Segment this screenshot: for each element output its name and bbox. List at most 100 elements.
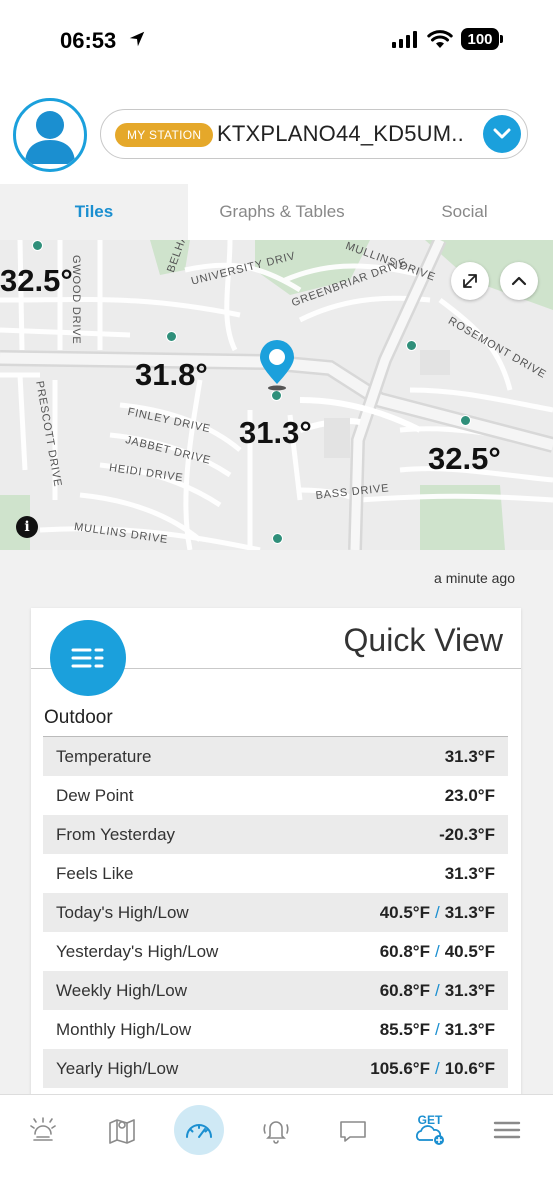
station-marker[interactable] bbox=[272, 533, 283, 544]
menu-icon bbox=[493, 1121, 521, 1139]
row-value: 60.8°F/40.5°F bbox=[380, 942, 495, 962]
chevron-up-icon bbox=[511, 276, 527, 286]
nav-menu[interactable] bbox=[482, 1105, 532, 1155]
row-label: Temperature bbox=[56, 746, 152, 766]
row-label: From Yesterday bbox=[56, 824, 176, 844]
dashboard-icon bbox=[186, 1124, 212, 1138]
table-row: Monthly High/Low 85.5°F/31.3°F bbox=[43, 1010, 508, 1049]
get-label: GET bbox=[418, 1113, 443, 1127]
status-bar: 06:53 100 bbox=[0, 0, 553, 84]
list-icon bbox=[71, 648, 104, 668]
low-value: 10.6°F bbox=[444, 1058, 495, 1078]
row-label: Weekly High/Low bbox=[56, 980, 188, 1000]
map-temp-label: 32.5° bbox=[0, 263, 73, 298]
table-row: Weekly High/Low 60.8°F/31.3°F bbox=[43, 971, 508, 1010]
map-temp-label: 31.3° bbox=[239, 415, 312, 450]
table-row: From Yesterday -20.3°F bbox=[43, 815, 508, 854]
clock: 06:53 bbox=[60, 28, 117, 53]
card-title: Quick View bbox=[343, 622, 503, 658]
tab-bar: Tiles Graphs & Tables Social bbox=[0, 184, 553, 240]
nav-get-app[interactable]: GET bbox=[405, 1105, 455, 1155]
station-name: KTXPLANO44_KD5UM.. bbox=[217, 121, 464, 146]
row-value: -20.3°F bbox=[439, 824, 495, 844]
map-info-button[interactable]: i bbox=[16, 516, 38, 538]
table-row: Dew Point 23.0°F bbox=[43, 776, 508, 815]
avatar[interactable] bbox=[13, 98, 87, 172]
table-row: Feels Like 31.3°F bbox=[43, 854, 508, 893]
conditions-table: Temperature 31.3°F Dew Point 23.0°F From… bbox=[43, 736, 508, 1088]
station-marker[interactable] bbox=[460, 415, 471, 426]
high-value: 85.5°F bbox=[379, 1019, 430, 1039]
map-icon bbox=[109, 1119, 135, 1144]
sun-icon bbox=[30, 1117, 56, 1141]
map-temp-label: 31.8° bbox=[135, 357, 208, 392]
nav-dashboard[interactable] bbox=[174, 1105, 224, 1155]
row-label: Yearly High/Low bbox=[56, 1058, 179, 1078]
app-header: MY STATION KTXPLANO44_KD5UM.. bbox=[0, 84, 553, 184]
high-value: 60.8°F bbox=[379, 980, 430, 1000]
station-selector[interactable]: MY STATION KTXPLANO44_KD5UM.. bbox=[100, 109, 528, 159]
chat-icon bbox=[340, 1121, 366, 1142]
separator: / bbox=[434, 1058, 440, 1078]
high-value: 40.5°F bbox=[379, 902, 430, 922]
nav-alerts[interactable] bbox=[251, 1105, 301, 1155]
table-row: Today's High/Low 40.5°F/31.3°F bbox=[43, 893, 508, 932]
tab-tiles[interactable]: Tiles bbox=[0, 184, 188, 240]
nav-forecast[interactable] bbox=[18, 1105, 68, 1155]
row-label: Yesterday's High/Low bbox=[56, 941, 219, 961]
my-station-pin-icon[interactable] bbox=[256, 338, 298, 396]
row-value: 31.3°F bbox=[444, 863, 495, 883]
table-row: Yearly High/Low 105.6°F/10.6°F bbox=[43, 1049, 508, 1088]
row-value: 23.0°F bbox=[444, 785, 495, 805]
row-value: 105.6°F/10.6°F bbox=[370, 1059, 495, 1079]
table-row: Yesterday's High/Low 60.8°F/40.5°F bbox=[43, 932, 508, 971]
quick-view-card: Quick View Outdoor Temperature 31.3°F De… bbox=[31, 608, 521, 1108]
row-label: Today's High/Low bbox=[56, 902, 189, 922]
station-map[interactable]: GWOOD DRIVE BELHA UNIVERSITY DRIV MULLIN… bbox=[0, 240, 553, 550]
row-value: 40.5°F/31.3°F bbox=[380, 903, 495, 923]
bottom-nav: GET bbox=[0, 1094, 553, 1200]
row-value: 60.8°F/31.3°F bbox=[380, 981, 495, 1001]
collapse-map-button[interactable] bbox=[500, 262, 538, 300]
low-value: 31.3°F bbox=[444, 902, 495, 922]
table-row: Temperature 31.3°F bbox=[43, 737, 508, 776]
chevron-down-icon bbox=[493, 128, 511, 139]
station-marker[interactable] bbox=[32, 240, 43, 251]
section-title: Outdoor bbox=[44, 707, 113, 728]
separator: / bbox=[434, 1019, 440, 1039]
low-value: 31.3°F bbox=[444, 980, 495, 1000]
station-dropdown-button[interactable] bbox=[483, 115, 521, 153]
expand-map-button[interactable] bbox=[451, 262, 489, 300]
nav-map[interactable] bbox=[97, 1105, 147, 1155]
get-app-icon: GET bbox=[416, 1113, 444, 1145]
row-value: 31.3°F bbox=[444, 746, 495, 766]
separator: / bbox=[434, 902, 440, 922]
battery-level: 100 bbox=[461, 28, 499, 50]
last-updated: a minute ago bbox=[434, 570, 515, 586]
low-value: 31.3°F bbox=[444, 1019, 495, 1039]
wifi-icon bbox=[427, 30, 453, 48]
row-value: 85.5°F/31.3°F bbox=[380, 1020, 495, 1040]
user-icon bbox=[25, 111, 75, 164]
row-label: Dew Point bbox=[56, 785, 134, 805]
quick-view-menu-button[interactable] bbox=[50, 620, 126, 696]
high-value: 60.8°F bbox=[379, 941, 430, 961]
bell-icon bbox=[263, 1121, 289, 1144]
nav-messages[interactable] bbox=[328, 1105, 378, 1155]
separator: / bbox=[434, 941, 440, 961]
cell-signal-icon bbox=[392, 31, 417, 48]
battery-icon: 100 bbox=[461, 28, 503, 50]
station-marker[interactable] bbox=[406, 340, 417, 351]
low-value: 40.5°F bbox=[444, 941, 495, 961]
high-value: 105.6°F bbox=[370, 1058, 430, 1078]
station-marker[interactable] bbox=[166, 331, 177, 342]
row-label: Feels Like bbox=[56, 863, 134, 883]
row-label: Monthly High/Low bbox=[56, 1019, 192, 1039]
tab-graphs-tables[interactable]: Graphs & Tables bbox=[188, 184, 376, 240]
map-temp-label: 32.5° bbox=[428, 441, 501, 476]
my-station-badge: MY STATION bbox=[115, 123, 214, 147]
location-arrow-icon bbox=[129, 31, 145, 47]
separator: / bbox=[434, 980, 440, 1000]
tab-social[interactable]: Social bbox=[376, 184, 553, 240]
expand-icon bbox=[463, 274, 477, 288]
